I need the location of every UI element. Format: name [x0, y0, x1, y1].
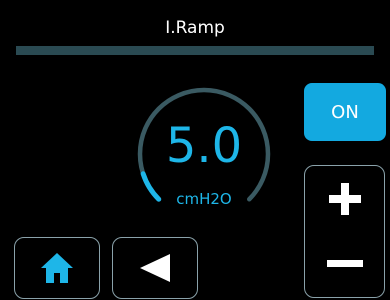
minus-icon	[326, 260, 363, 268]
decrease-button[interactable]	[305, 232, 384, 298]
home-icon	[41, 253, 73, 283]
pressure-value: 5.0	[165, 118, 243, 174]
title-divider	[16, 46, 374, 55]
on-button[interactable]: ON	[304, 83, 386, 141]
back-arrow-icon	[140, 254, 170, 282]
value-stepper	[304, 165, 385, 298]
increase-button[interactable]	[305, 166, 384, 232]
plus-icon	[328, 182, 361, 215]
pressure-unit: cmH2O	[176, 190, 232, 208]
back-button[interactable]	[112, 237, 198, 299]
home-button[interactable]	[14, 237, 100, 299]
page-title: I.Ramp	[165, 18, 225, 38]
